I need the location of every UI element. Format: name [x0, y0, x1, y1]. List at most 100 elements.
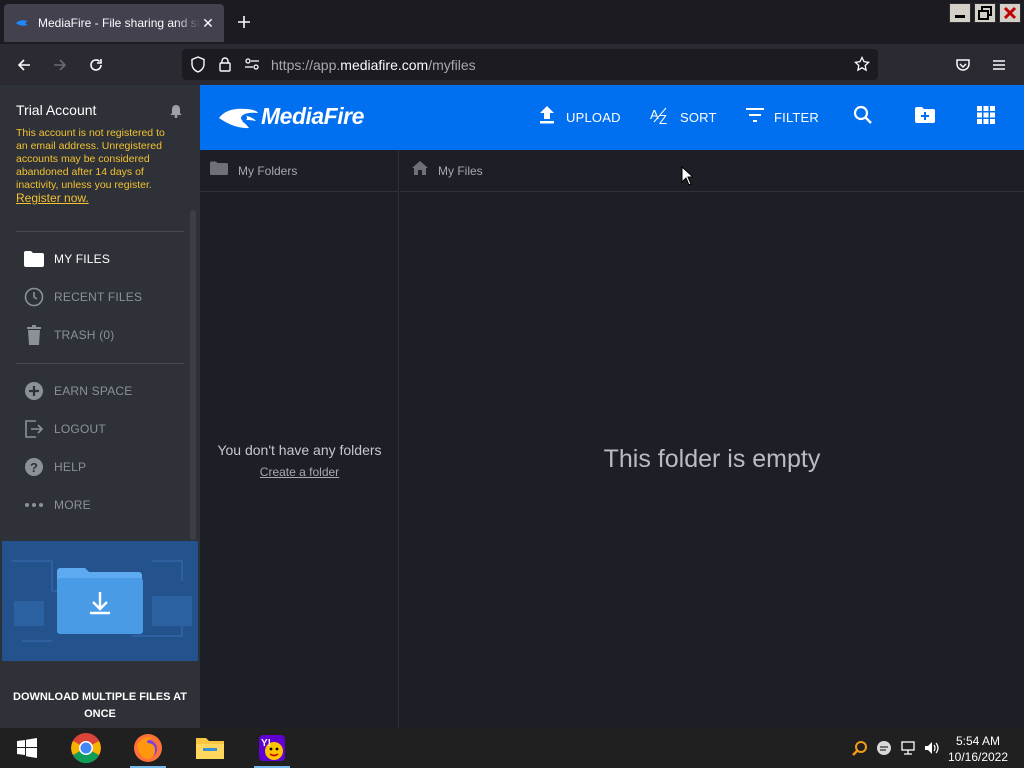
url-bar[interactable]: https://app.mediafire.com/myfiles [182, 49, 878, 80]
create-folder-link[interactable]: Create a folder [200, 465, 399, 479]
my-folders-heading: My Folders [238, 163, 298, 178]
sort-az-icon: AZ [650, 105, 670, 130]
sidebar-item-label: EARN SPACE [54, 384, 133, 398]
clock-icon [22, 285, 46, 309]
more-icon [22, 493, 46, 517]
window-close-icon[interactable] [999, 3, 1021, 23]
url-host: mediafire.com [340, 57, 429, 73]
sidebar-item-help[interactable]: ? HELP [22, 454, 192, 480]
svg-text:A: A [650, 107, 659, 122]
folder-icon [22, 247, 46, 271]
shield-icon[interactable] [190, 56, 206, 78]
folder-icon [210, 161, 228, 180]
grid-icon [977, 105, 995, 129]
register-now-link[interactable]: Register now. [16, 191, 89, 205]
tab-title: MediaFire - File sharing and storage [38, 16, 200, 30]
clock-date: 10/16/2022 [947, 750, 1009, 764]
clock-time: 5:54 AM [955, 734, 1001, 748]
chat-tray-icon[interactable] [875, 739, 893, 757]
breadcrumb: My Files [400, 150, 1024, 192]
sort-button[interactable]: AZ SORT [650, 105, 717, 129]
sidebar-divider [16, 231, 184, 232]
files-pane: My Files This folder is empty [400, 150, 1024, 728]
chrome-icon[interactable] [62, 728, 110, 768]
sidebar-divider [16, 363, 184, 364]
lock-icon[interactable] [218, 56, 232, 77]
sidebar-item-logout[interactable]: LOGOUT [22, 416, 192, 442]
new-tab-plus-icon[interactable] [232, 10, 256, 34]
promo-banner[interactable] [2, 541, 198, 661]
upload-button[interactable]: UPLOAD [538, 105, 621, 129]
yahoo-messenger-icon[interactable]: Y! [248, 728, 296, 768]
browser-tab[interactable]: MediaFire - File sharing and storage ✕ [4, 4, 224, 42]
sidebar-item-label: MY FILES [54, 252, 111, 266]
file-explorer-icon[interactable] [186, 728, 234, 768]
app-header: MediaFire UPLOAD AZ SORT FILTER [200, 85, 1024, 150]
url-text[interactable]: https://app.mediafire.com/myfiles [271, 57, 476, 73]
account-title: Trial Account [16, 102, 97, 118]
download-folder-illustration [2, 541, 198, 661]
sidebar-item-my-files[interactable]: MY FILES [22, 246, 192, 272]
notification-bell-icon[interactable] [170, 104, 182, 123]
folders-header: My Folders [200, 150, 399, 192]
mediafire-favicon-icon [14, 15, 30, 31]
sidebar-item-label: RECENT FILES [54, 290, 143, 304]
permissions-icon[interactable] [244, 57, 260, 76]
sidebar-item-more[interactable]: MORE [22, 492, 192, 518]
upload-label: UPLOAD [566, 109, 621, 125]
home-icon[interactable] [412, 161, 428, 180]
sidebar-scrollbar[interactable] [190, 210, 196, 540]
sidebar: Trial Account This account is not regist… [0, 85, 200, 728]
volume-tray-icon[interactable] [923, 739, 941, 757]
window-restore-icon[interactable] [974, 3, 996, 23]
plus-circle-icon [22, 379, 46, 403]
search-magnifier-tray-icon[interactable] [851, 739, 869, 757]
svg-text:Z: Z [659, 112, 667, 125]
trash-icon [22, 323, 46, 347]
sidebar-item-earn-space[interactable]: EARN SPACE [22, 378, 192, 404]
bookmark-star-icon[interactable] [853, 55, 871, 77]
url-path: /myfiles [428, 57, 476, 73]
svg-text:?: ? [30, 460, 38, 475]
breadcrumb-my-files[interactable]: My Files [438, 164, 483, 178]
tab-close-icon[interactable]: ✕ [200, 15, 216, 31]
account-warning: This account is not registered to an ema… [16, 127, 176, 206]
folders-pane: My Folders You don't have any folders Cr… [200, 150, 399, 728]
promo-text: DOWNLOAD MULTIPLE FILES AT ONCE [13, 691, 187, 720]
forward-arrow-icon[interactable] [49, 54, 71, 76]
search-button[interactable] [853, 105, 873, 129]
new-folder-button[interactable] [914, 105, 936, 129]
no-folders-message: You don't have any folders [217, 442, 382, 458]
logout-icon [22, 417, 46, 441]
help-icon: ? [22, 455, 46, 479]
pocket-icon[interactable] [952, 54, 974, 76]
add-folder-icon [914, 106, 936, 129]
mediafire-logo[interactable]: MediaFire [217, 103, 364, 130]
sort-label: SORT [680, 109, 717, 125]
upload-icon [538, 105, 556, 130]
sidebar-item-label: HELP [54, 460, 87, 474]
back-arrow-icon[interactable] [13, 54, 35, 76]
firefox-icon[interactable] [124, 728, 172, 768]
filter-label: FILTER [774, 109, 820, 125]
taskbar-clock[interactable]: 5:54 AM 10/16/2022 [940, 733, 1016, 765]
reload-icon[interactable] [85, 54, 107, 76]
logo-text: MediaFire [261, 103, 364, 129]
sidebar-item-label: MORE [54, 498, 91, 512]
grid-view-button[interactable] [977, 105, 995, 129]
sidebar-item-label: TRASH (0) [54, 328, 115, 342]
window-minimize-icon[interactable] [949, 3, 971, 23]
sidebar-item-recent-files[interactable]: RECENT FILES [22, 284, 192, 310]
filter-button[interactable]: FILTER [746, 105, 819, 129]
mouse-cursor-icon [681, 165, 695, 191]
menu-hamburger-icon[interactable] [988, 54, 1010, 76]
sidebar-item-label: LOGOUT [54, 422, 106, 436]
windows-taskbar: Y! 5:54 AM 10/16/2022 [0, 728, 1024, 768]
windows-start-icon[interactable] [3, 728, 51, 768]
filter-icon [746, 107, 764, 127]
network-tray-icon[interactable] [899, 739, 917, 757]
sidebar-item-trash[interactable]: TRASH (0) [22, 322, 192, 348]
search-icon [853, 105, 873, 130]
empty-folder-message: This folder is empty [603, 445, 821, 473]
browser-tab-strip: MediaFire - File sharing and storage ✕ [0, 0, 1024, 44]
